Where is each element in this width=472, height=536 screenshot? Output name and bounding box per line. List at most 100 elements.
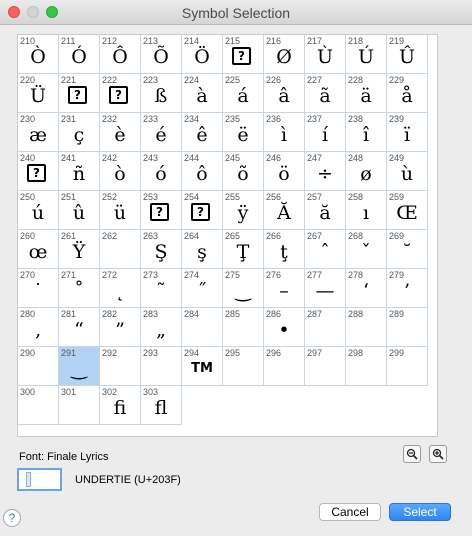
symbol-cell[interactable]: 244 ô: [182, 152, 223, 191]
symbol-cell[interactable]: 232 è: [100, 113, 141, 152]
symbol-cell[interactable]: 264 ş: [182, 230, 223, 269]
symbol-cell[interactable]: 240?: [18, 152, 59, 191]
symbol-cell[interactable]: 278 ‘: [346, 269, 387, 308]
symbol-cell[interactable]: 220 Ü: [18, 74, 59, 113]
symbol-cell[interactable]: 230 æ: [18, 113, 59, 152]
symbol-cell[interactable]: 293: [141, 347, 182, 386]
symbol-cell[interactable]: 303 ﬂ: [141, 386, 182, 425]
symbol-cell[interactable]: 261 Ÿ: [59, 230, 100, 269]
symbol-cell[interactable]: 258 ı: [346, 191, 387, 230]
symbol-cell[interactable]: 224 à: [182, 74, 223, 113]
symbol-cell[interactable]: 249 ù: [387, 152, 428, 191]
help-button[interactable]: ?: [3, 509, 21, 527]
symbol-cell[interactable]: 237 í: [305, 113, 346, 152]
symbol-cell[interactable]: 272 ˛: [100, 269, 141, 308]
symbol-cell[interactable]: 252 ü: [100, 191, 141, 230]
symbol-cell[interactable]: 239 ï: [387, 113, 428, 152]
symbol-cell[interactable]: 288: [346, 308, 387, 347]
symbol-cell[interactable]: 286 •: [264, 308, 305, 347]
symbol-cell[interactable]: 215?: [223, 35, 264, 74]
missing-glyph-icon: ?: [150, 203, 169, 221]
symbol-cell[interactable]: 251 û: [59, 191, 100, 230]
symbol-cell[interactable]: 290: [18, 347, 59, 386]
symbol-cell[interactable]: 214 Ö: [182, 35, 223, 74]
symbol-cell[interactable]: 294 TM: [182, 347, 223, 386]
symbol-cell[interactable]: 216 Ø: [264, 35, 305, 74]
symbol-cell[interactable]: 295: [223, 347, 264, 386]
symbol-cell[interactable]: 219 Û: [387, 35, 428, 74]
symbol-cell[interactable]: 231 ç: [59, 113, 100, 152]
zoom-out-button[interactable]: [403, 445, 421, 463]
symbol-cell[interactable]: 253?: [141, 191, 182, 230]
symbol-cell[interactable]: 212 Ô: [100, 35, 141, 74]
symbol-cell[interactable]: 282”: [100, 308, 141, 347]
symbol-cell[interactable]: 269 ˘: [387, 230, 428, 269]
symbol-cell[interactable]: 245 õ: [223, 152, 264, 191]
symbol-cell[interactable]: 285: [223, 308, 264, 347]
symbol-cell[interactable]: 210 Ò: [18, 35, 59, 74]
symbol-cell[interactable]: 289: [387, 308, 428, 347]
symbol-cell[interactable]: 271 ˚: [59, 269, 100, 308]
symbol-cell[interactable]: 236 ì: [264, 113, 305, 152]
symbol-cell[interactable]: 255 ÿ: [223, 191, 264, 230]
symbol-cell[interactable]: 270 ˙: [18, 269, 59, 308]
symbol-cell[interactable]: 263 Ş: [141, 230, 182, 269]
symbol-cell[interactable]: 247 ÷: [305, 152, 346, 191]
symbol-cell[interactable]: 213 Õ: [141, 35, 182, 74]
symbol-cell[interactable]: 243 ó: [141, 152, 182, 191]
symbol-cell[interactable]: 265 Ţ: [223, 230, 264, 269]
symbol-cell[interactable]: 241 ñ: [59, 152, 100, 191]
symbol-cell[interactable]: 276–: [264, 269, 305, 308]
symbol-cell[interactable]: 291 ‿: [59, 347, 100, 386]
symbol-cell[interactable]: 242 ò: [100, 152, 141, 191]
symbol-cell[interactable]: 275 ‿: [223, 269, 264, 308]
symbol-cell[interactable]: 284: [182, 308, 223, 347]
symbol-cell[interactable]: 260 œ: [18, 230, 59, 269]
symbol-cell[interactable]: 248 ø: [346, 152, 387, 191]
symbol-cell[interactable]: 234 ê: [182, 113, 223, 152]
symbol-cell[interactable]: 235 ë: [223, 113, 264, 152]
symbol-cell[interactable]: 211 Ó: [59, 35, 100, 74]
symbol-cell[interactable]: 222?: [100, 74, 141, 113]
symbol-cell[interactable]: 250 ú: [18, 191, 59, 230]
symbol-cell[interactable]: 223 ß: [141, 74, 182, 113]
symbol-cell[interactable]: 298: [346, 347, 387, 386]
symbol-cell[interactable]: 267 ˆ: [305, 230, 346, 269]
symbol-cell[interactable]: 227 ã: [305, 74, 346, 113]
symbol-cell[interactable]: 281 “: [59, 308, 100, 347]
symbol-cell[interactable]: 218 Ú: [346, 35, 387, 74]
symbol-cell[interactable]: 287: [305, 308, 346, 347]
symbol-cell[interactable]: 229 å: [387, 74, 428, 113]
symbol-cell[interactable]: 217 Ù: [305, 35, 346, 74]
symbol-cell[interactable]: 238 î: [346, 113, 387, 152]
symbol-cell[interactable]: 300: [18, 386, 59, 425]
symbol-cell[interactable]: 299: [387, 347, 428, 386]
symbol-cell[interactable]: 274 ˝: [182, 269, 223, 308]
zoom-in-button[interactable]: [429, 445, 447, 463]
symbol-cell[interactable]: 292: [100, 347, 141, 386]
symbol-cell[interactable]: 233 é: [141, 113, 182, 152]
symbol-cell[interactable]: 254?: [182, 191, 223, 230]
symbol-cell[interactable]: 221?: [59, 74, 100, 113]
symbol-cell[interactable]: 268 ˇ: [346, 230, 387, 269]
symbol-cell[interactable]: 277—: [305, 269, 346, 308]
symbol-cell[interactable]: 302 ﬁ: [100, 386, 141, 425]
symbol-cell[interactable]: 279’: [387, 269, 428, 308]
symbol-cell[interactable]: 246 ö: [264, 152, 305, 191]
symbol-cell[interactable]: 256 Ă: [264, 191, 305, 230]
symbol-cell[interactable]: 259 Œ: [387, 191, 428, 230]
symbol-cell[interactable]: 257 ă: [305, 191, 346, 230]
symbol-cell[interactable]: 266 ţ: [264, 230, 305, 269]
symbol-cell[interactable]: 280 ‚: [18, 308, 59, 347]
symbol-cell[interactable]: 226 â: [264, 74, 305, 113]
cancel-button[interactable]: Cancel: [319, 503, 381, 521]
symbol-cell[interactable]: 297: [305, 347, 346, 386]
symbol-cell[interactable]: 301: [59, 386, 100, 425]
symbol-cell[interactable]: 273 ˜: [141, 269, 182, 308]
symbol-cell[interactable]: 225 á: [223, 74, 264, 113]
symbol-cell[interactable]: 283 „: [141, 308, 182, 347]
symbol-cell[interactable]: 228 ä: [346, 74, 387, 113]
symbol-cell[interactable]: 296: [264, 347, 305, 386]
symbol-cell[interactable]: 262: [100, 230, 141, 269]
select-button[interactable]: Select: [389, 503, 451, 521]
